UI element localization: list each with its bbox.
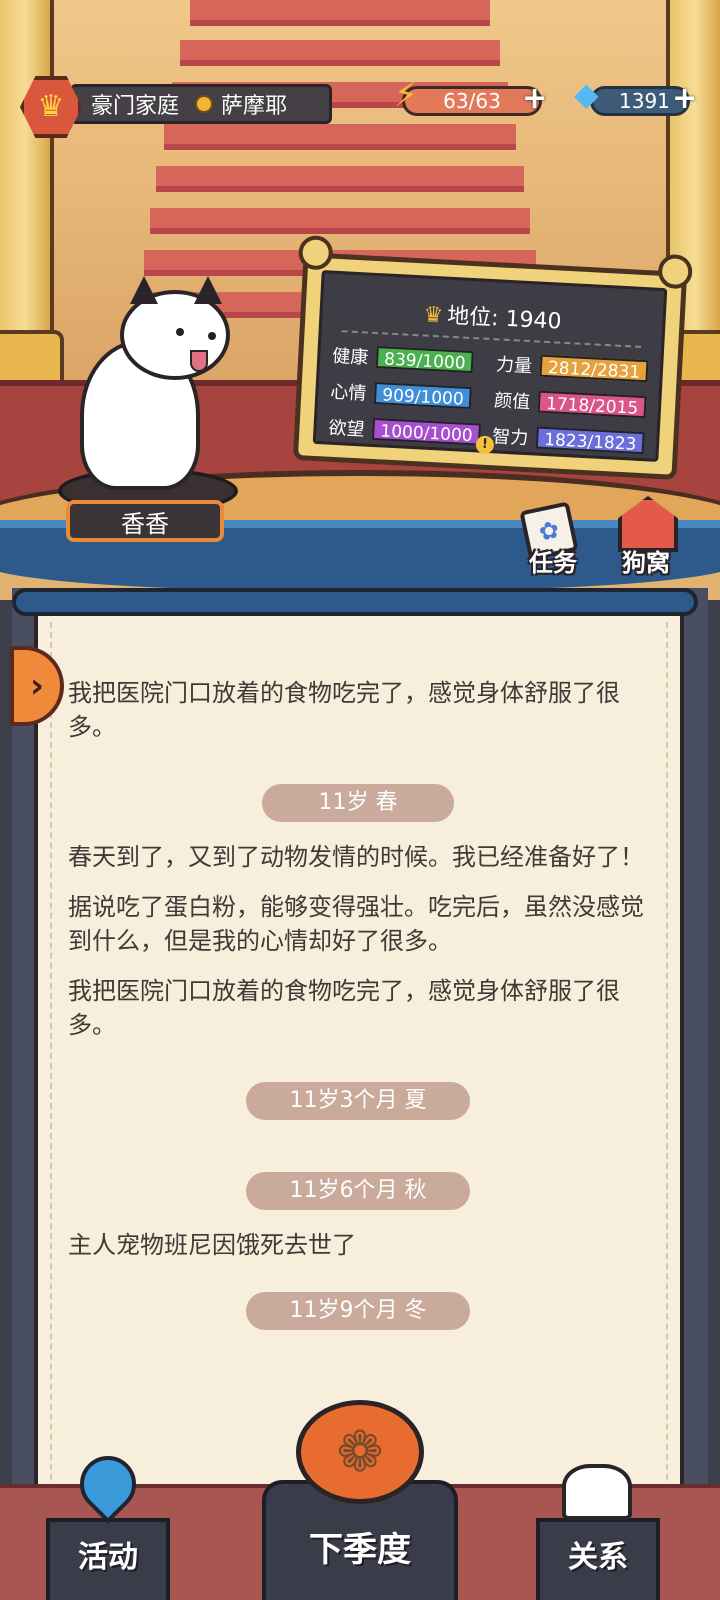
age-marker: 11岁6个月 秋 <box>246 1172 470 1210</box>
energy-value: 63/63 <box>443 89 501 113</box>
chevron-right-icon: › <box>29 666 44 706</box>
age-marker: 11岁 春 <box>262 784 454 822</box>
task-button[interactable]: ✿ 任务 <box>514 501 592 578</box>
paw-icon[interactable]: ❁ <box>296 1400 424 1504</box>
activity-label: 活动 <box>78 1540 138 1575</box>
add-gems-button[interactable]: + <box>672 84 697 114</box>
crown-icon: ♛ <box>422 302 444 329</box>
stat-value: 1823/1823 <box>535 426 646 455</box>
pet-nameplate[interactable]: 香香 <box>66 500 224 542</box>
stat-label: 心情 <box>329 381 367 405</box>
stat-label: 欲望 <box>327 417 366 441</box>
scroll-rod <box>12 588 698 616</box>
next-season-label: 下季度 <box>309 1530 411 1570</box>
stat-mood: 心情 909/1000 <box>330 378 473 411</box>
gem-value: 1391 <box>619 89 670 113</box>
add-energy-button[interactable]: + <box>522 84 547 114</box>
medal-icon <box>195 95 214 113</box>
crown-icon: ♛ <box>37 89 65 124</box>
pet-name: 香香 <box>121 509 169 538</box>
stat-desire: 欲望 1000/1000 <box>327 414 482 448</box>
stat-value: 909/1000 <box>373 382 473 410</box>
log-entry: 我把医院门口放着的食物吃完了，感觉身体舒服了很多。 <box>68 977 620 1039</box>
log-entry: 我把医院门口放着的食物吃完了，感觉身体舒服了很多。 <box>68 679 620 741</box>
stat-label: 健康 <box>331 345 369 369</box>
age-marker: 11岁9个月 冬 <box>246 1292 470 1330</box>
family-type: 豪门家庭 <box>91 94 180 119</box>
stat-value: 1000/1000 <box>371 417 482 446</box>
kennel-button[interactable]: 狗窝 <box>604 496 688 578</box>
top-bar: 豪门家庭 萨摩耶 ♛ 63/63 ⚡ + 1391 ◆ + <box>0 72 720 138</box>
task-label: 任务 <box>529 549 577 577</box>
log-entry: 主人宠物班尼因饿死去世了 <box>68 1231 356 1259</box>
stat-strength: 力量 2812/2831 <box>495 350 649 384</box>
handshake-icon <box>562 1464 632 1520</box>
status-board[interactable]: ♛ 地位: 1940 健康 839/1000 力量 2812/2831 心情 90… <box>292 234 694 480</box>
stat-value: 2812/2831 <box>539 354 649 383</box>
family-title[interactable]: 豪门家庭 萨摩耶 <box>70 84 332 124</box>
stat-value: 839/1000 <box>375 346 475 374</box>
stat-label: 力量 <box>495 354 533 378</box>
status-value: 地位: 1940 <box>446 303 563 335</box>
stat-label: 颜值 <box>493 390 531 414</box>
stat-looks: 颜值 1718/2015 <box>494 386 647 420</box>
kennel-label: 狗窝 <box>622 549 670 577</box>
warning-icon: ! <box>475 435 495 455</box>
samoyed-dog[interactable] <box>40 276 240 510</box>
stat-value: 1718/2015 <box>537 390 647 419</box>
stat-label: 智力 <box>491 426 529 450</box>
relations-label: 关系 <box>568 1540 628 1575</box>
breed-name: 萨摩耶 <box>221 94 288 119</box>
log-entry: 据说吃了蛋白粉，能够变得强壮。吃完后，虽然没感觉到什么，但是我的心情却好了很多。 <box>68 893 644 955</box>
lightning-icon: ⚡ <box>394 75 418 115</box>
energy-counter: 63/63 <box>402 86 542 116</box>
life-log: 我把医院门口放着的食物吃完了，感觉身体舒服了很多。 11岁 春 春天到了，又到了… <box>68 676 648 1348</box>
diamond-icon: ◆ <box>574 75 599 113</box>
stat-intelligence: 智力 1823/1823 <box>491 422 646 456</box>
log-entry: 春天到了，又到了动物发情的时候。我已经准备好了！ <box>68 843 644 871</box>
age-marker: 11岁3个月 夏 <box>246 1082 470 1120</box>
stat-health: 健康 839/1000 <box>332 342 475 375</box>
